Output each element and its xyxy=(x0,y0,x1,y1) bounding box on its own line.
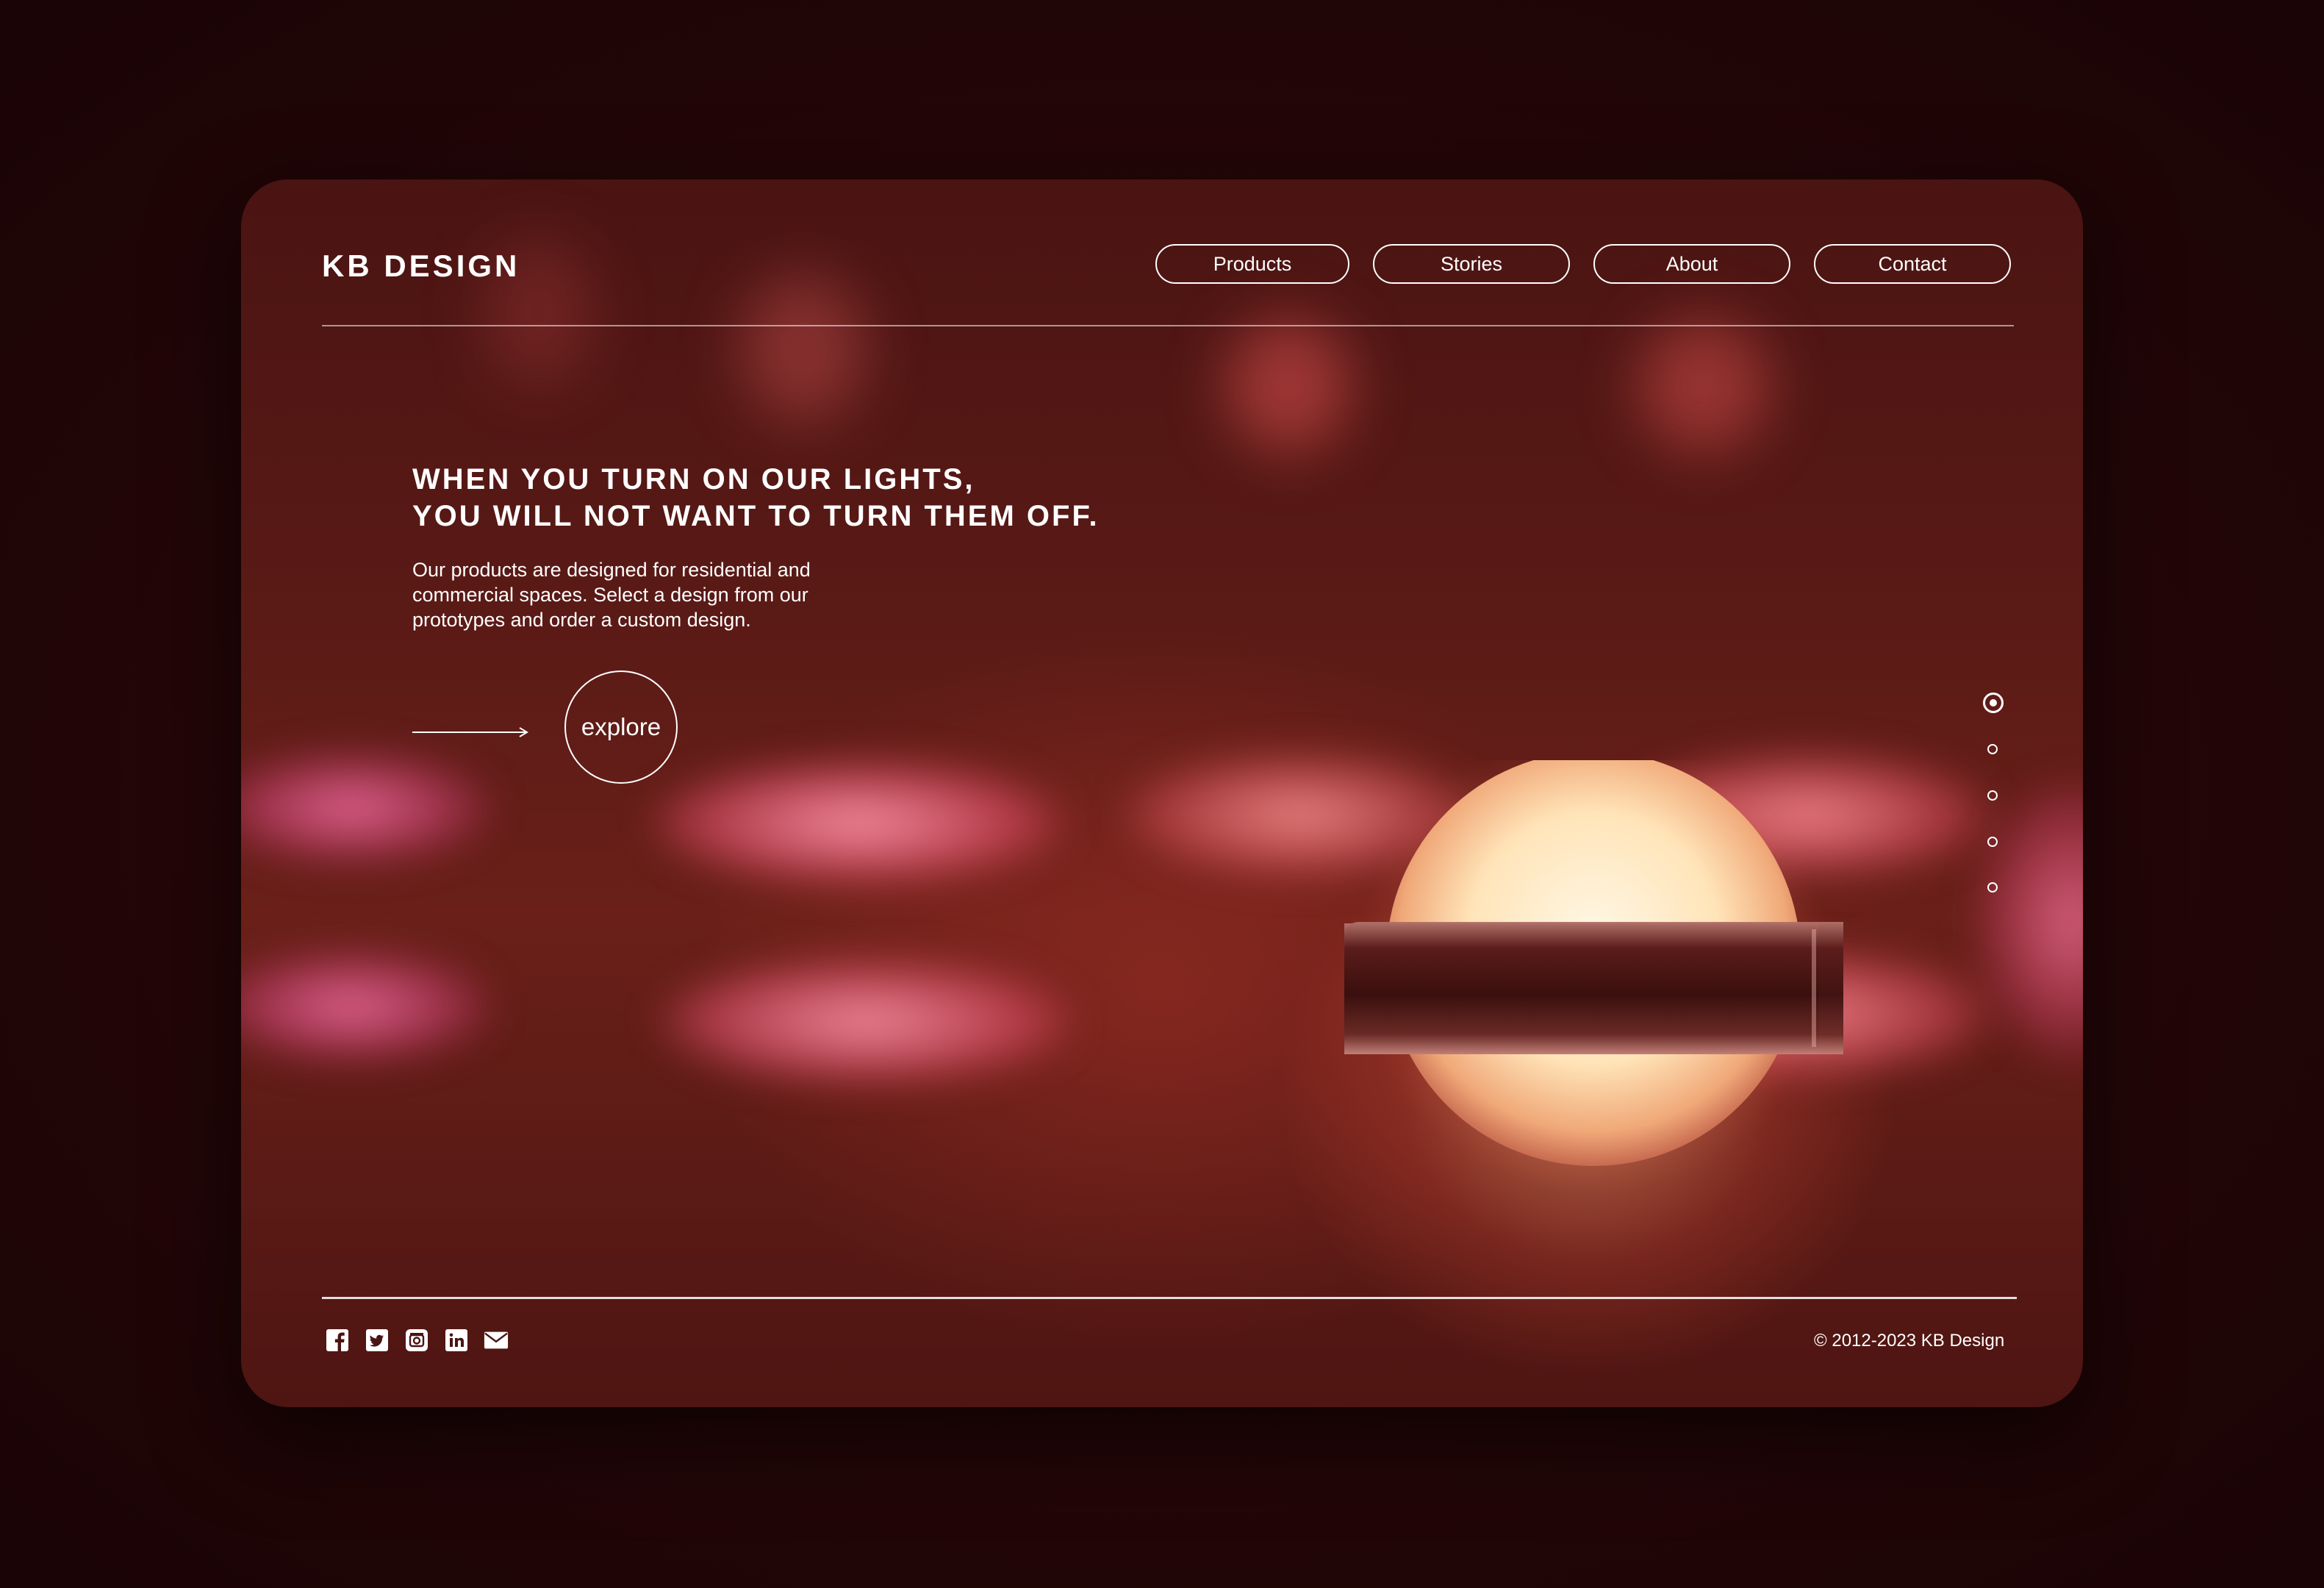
explore-button[interactable]: explore xyxy=(564,670,678,784)
hero-headline-line: YOU WILL NOT WANT TO TURN THEM OFF. xyxy=(412,500,1100,532)
lamp-glow-mid-top xyxy=(653,760,1064,885)
footer-divider xyxy=(322,1297,2017,1299)
hero-card: KB DESIGN Products Stories About Contact… xyxy=(241,179,2083,1407)
hero-headline-line: WHEN YOU TURN ON OUR LIGHTS, xyxy=(412,463,975,496)
hero-description-line: Our products are designed for residentia… xyxy=(412,559,811,581)
hero-headline: WHEN YOU TURN ON OUR LIGHTS, YOU WILL NO… xyxy=(412,461,1100,534)
nav-stories-button[interactable]: Stories xyxy=(1373,244,1570,284)
lamp-glow-far-right xyxy=(1976,782,2083,1062)
top-light-glow xyxy=(1638,319,1770,451)
top-light-glow xyxy=(1226,319,1351,451)
nav-products-button[interactable]: Products xyxy=(1155,244,1349,284)
slider-dot[interactable] xyxy=(1987,837,1998,847)
brand-logo[interactable]: KB DESIGN xyxy=(322,248,520,284)
slider-dot[interactable] xyxy=(1987,744,1998,754)
main-nav: Products Stories About Contact xyxy=(1155,244,2011,284)
mail-icon[interactable] xyxy=(484,1328,509,1353)
header-divider xyxy=(322,325,2014,326)
nav-contact-button[interactable]: Contact xyxy=(1814,244,2011,284)
nav-about-button[interactable]: About xyxy=(1593,244,1790,284)
top-light-glow xyxy=(741,275,866,422)
slider-dot-active[interactable] xyxy=(1983,693,2004,713)
lamp-glow-mid-bottom xyxy=(660,959,1072,1084)
hero-description: Our products are designed for residentia… xyxy=(412,557,853,632)
social-links xyxy=(325,1328,509,1353)
linkedin-icon[interactable] xyxy=(444,1328,469,1353)
hero-description-line: commercial spaces. Select a design from … xyxy=(412,584,808,606)
lamp-product-image xyxy=(1344,760,1843,1194)
facebook-icon[interactable] xyxy=(325,1328,350,1353)
instagram-icon[interactable] xyxy=(404,1328,429,1353)
arrow-right-icon xyxy=(412,727,528,737)
copyright-text: © 2012-2023 KB Design xyxy=(1814,1331,2005,1351)
hero-description-line: prototypes and order a custom design. xyxy=(412,609,751,631)
lamp-glow-left-top xyxy=(241,753,491,863)
slider-dot[interactable] xyxy=(1987,790,1998,801)
slider-dot[interactable] xyxy=(1987,882,1998,893)
twitter-icon[interactable] xyxy=(365,1328,390,1353)
lamp-glow-left-bottom xyxy=(241,951,491,1062)
